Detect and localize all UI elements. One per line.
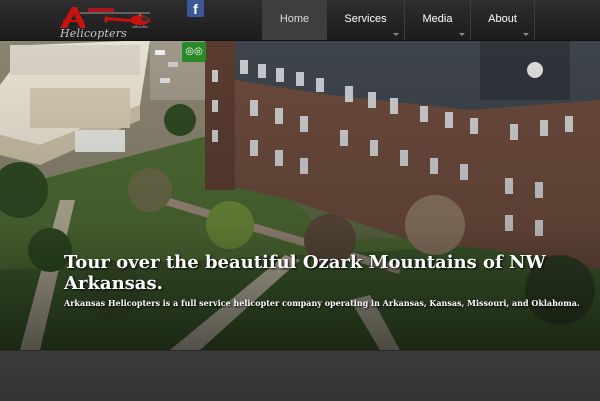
- hero-subtitle: Arkansas Helicopters is a full service h…: [64, 298, 580, 308]
- site-logo[interactable]: Helicopters: [54, 2, 164, 40]
- main-nav: Home Services Media About: [262, 0, 534, 40]
- nav-services-label: Services: [344, 13, 387, 25]
- nav-media[interactable]: Media: [404, 0, 470, 40]
- facebook-icon[interactable]: f: [187, 0, 204, 17]
- tripadvisor-owl-icon[interactable]: ◎◎: [182, 42, 206, 62]
- site-header: Helicopters f Home Services Media About: [0, 0, 600, 41]
- hero-slider: ◎◎ Tour over the beautiful Ozark Mountai…: [0, 40, 600, 350]
- hero-caption: Tour over the beautiful Ozark Mountains …: [64, 252, 584, 308]
- nav-media-label: Media: [422, 13, 453, 25]
- nav-about-label: About: [488, 13, 517, 25]
- chevron-down-icon: [393, 33, 399, 36]
- nav-home[interactable]: Home: [262, 0, 326, 40]
- nav-divider: [534, 0, 535, 40]
- chevron-down-icon: [459, 33, 465, 36]
- nav-services[interactable]: Services: [326, 0, 404, 40]
- content-band: [0, 350, 600, 401]
- chevron-down-icon: [523, 33, 529, 36]
- nav-home-label: Home: [279, 13, 310, 25]
- logo-text: Helicopters: [60, 27, 127, 40]
- hero-title: Tour over the beautiful Ozark Mountains …: [64, 252, 546, 294]
- nav-about[interactable]: About: [470, 0, 534, 40]
